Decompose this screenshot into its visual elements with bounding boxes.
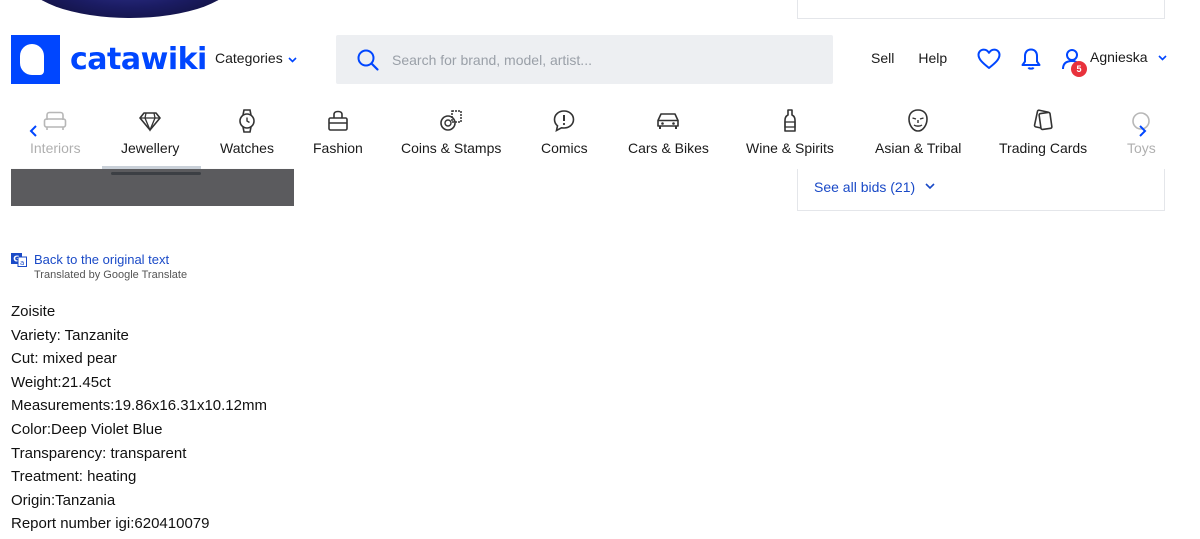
category-wine-spirits[interactable]: Wine & Spirits <box>746 103 834 156</box>
coins-icon <box>438 108 464 134</box>
category-label: Interiors <box>30 140 81 156</box>
header-links: Sell Help <box>871 50 971 66</box>
lot-description: Zoisite Variety: Tanzanite Cut: mixed pe… <box>11 300 267 536</box>
description-line: Cut: mixed pear <box>11 350 117 368</box>
help-link[interactable]: Help <box>918 50 947 66</box>
site-header: catawiki Categories Sell Help 5 Agnieska <box>0 19 1200 169</box>
description-line: Variety: Tanzanite <box>11 326 129 344</box>
sell-link[interactable]: Sell <box>871 50 894 66</box>
chevron-down-icon <box>925 182 935 193</box>
bag-icon <box>325 108 351 134</box>
category-coins-stamps[interactable]: Coins & Stamps <box>401 103 501 156</box>
car-icon <box>655 108 681 134</box>
chevron-down-icon <box>1158 48 1167 66</box>
search-icon <box>356 48 380 72</box>
description-line: Treatment: heating <box>11 468 137 486</box>
see-all-bids-label: See all bids (21) <box>814 179 916 195</box>
category-jewellery[interactable]: Jewellery <box>121 103 179 156</box>
category-label: Jewellery <box>121 140 180 156</box>
search-input[interactable] <box>392 51 812 68</box>
category-label: Comics <box>541 140 588 156</box>
category-nav: Interiors Jewellery Watches Fashion Coin <box>0 103 1200 169</box>
watch-icon <box>234 108 260 134</box>
category-cars-bikes[interactable]: Cars & Bikes <box>628 103 709 156</box>
description-line: Origin:Tanzania <box>11 491 116 509</box>
category-label: Asian & Tribal <box>875 140 962 156</box>
category-interiors[interactable]: Interiors <box>30 103 81 156</box>
category-trading-cards[interactable]: Trading Cards <box>999 103 1087 156</box>
logo-mark-icon <box>11 35 60 84</box>
description-line: Transparency: transparent <box>11 444 187 462</box>
catawiki-logo[interactable]: catawiki <box>11 35 207 84</box>
avatar: 5 <box>1060 47 1087 77</box>
mask-icon <box>905 108 931 134</box>
chevron-down-icon <box>288 50 297 66</box>
logo-wordmark: catawiki <box>70 42 207 77</box>
category-label: Trading Cards <box>999 140 1088 156</box>
favorites-heart-icon[interactable] <box>976 46 1002 72</box>
image-shadow <box>111 172 201 175</box>
cards-icon <box>1030 108 1056 134</box>
category-fashion[interactable]: Fashion <box>313 103 363 156</box>
description-line: Measurements:19.86x16.31x10.12mm <box>11 397 267 415</box>
translation-credit: Translated by Google Translate <box>34 269 188 281</box>
user-menu[interactable]: 5 Agnieska <box>1060 47 1167 77</box>
description-line: Weight:21.45ct <box>11 373 111 391</box>
back-to-original-link[interactable]: Back to the original text <box>34 252 169 267</box>
active-category-indicator <box>102 166 201 169</box>
categories-dropdown[interactable]: Categories <box>215 50 297 66</box>
see-all-bids-link[interactable]: See all bids (21) <box>814 179 935 195</box>
category-asian-tribal[interactable]: Asian & Tribal <box>875 103 961 156</box>
category-label: Watches <box>220 140 274 156</box>
gem-photo <box>25 0 235 18</box>
translation-notice: Ga Back to the original text Translated … <box>11 252 187 281</box>
bottle-icon <box>777 108 803 134</box>
category-label: Wine & Spirits <box>746 140 834 156</box>
scroll-right-chevron-icon[interactable] <box>1136 121 1148 144</box>
sofa-icon <box>42 108 68 134</box>
category-label: Cars & Bikes <box>628 140 709 156</box>
google-translate-icon: Ga <box>11 252 27 267</box>
description-line: Color:Deep Violet Blue <box>11 420 163 438</box>
category-label: Fashion <box>313 140 363 156</box>
category-watches[interactable]: Watches <box>220 103 274 156</box>
categories-label: Categories <box>215 50 283 66</box>
description-line: Zoisite <box>11 303 56 320</box>
svg-text:a: a <box>20 259 24 267</box>
notification-count-badge: 5 <box>1071 61 1087 77</box>
user-name: Agnieska <box>1090 49 1148 65</box>
description-line: Report number igi:620410079 <box>11 515 210 533</box>
speech-bubble-icon <box>551 108 577 134</box>
search-bar[interactable] <box>336 35 833 84</box>
category-label: Coins & Stamps <box>401 140 502 156</box>
diamond-icon <box>137 108 163 134</box>
category-comics[interactable]: Comics <box>541 103 588 156</box>
notifications-bell-icon[interactable] <box>1018 46 1044 72</box>
